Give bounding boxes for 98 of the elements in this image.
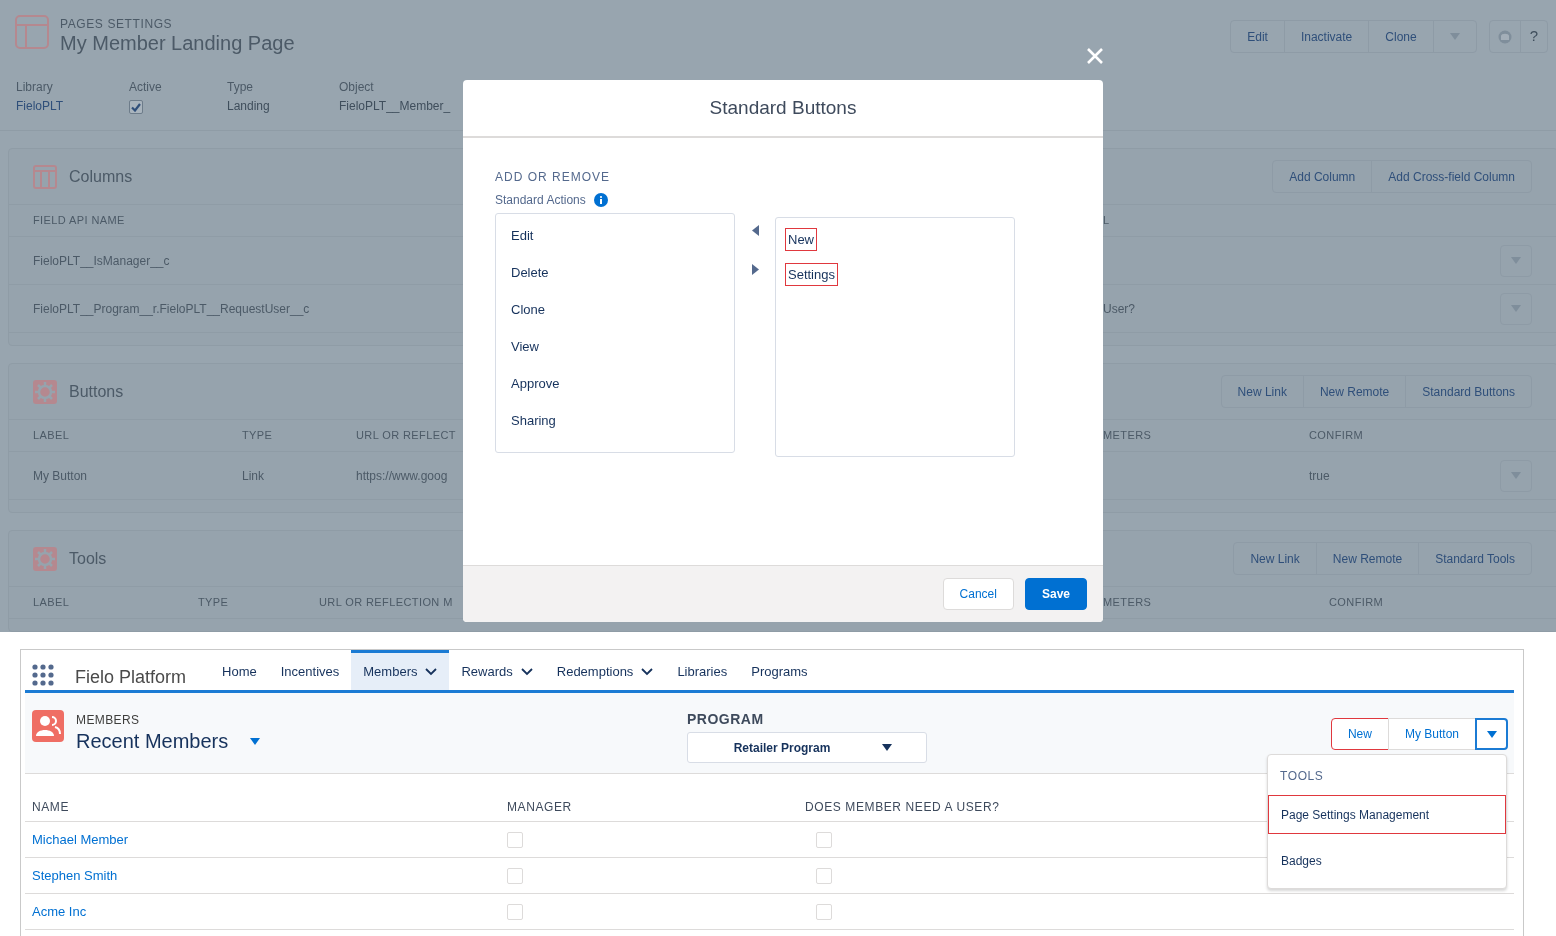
action-button[interactable]: Edit (1231, 21, 1284, 52)
field-link[interactable]: FieloPLT (16, 98, 129, 114)
close-icon (1086, 47, 1104, 65)
record-link[interactable]: Stephen Smith (32, 865, 118, 886)
action-button[interactable]: My Button (1387, 718, 1476, 750)
caret-icon (1449, 33, 1460, 40)
menu-heading: TOOLS (1279, 768, 1325, 785)
action-button[interactable]: Add Column (1273, 161, 1372, 192)
app-launcher-icon (32, 664, 54, 686)
record-link[interactable]: Acme Inc (32, 901, 87, 922)
list-option[interactable]: Sharing (508, 409, 559, 432)
table-cell-text: FieloPLT__IsManager__c (33, 252, 170, 270)
page-eyebrow: PAGES SETTINGS (60, 17, 174, 31)
list-view-title: Recent Members (76, 729, 229, 753)
layout-icon (15, 15, 49, 49)
column-header: CONFIRM (1309, 428, 1364, 444)
list-view-menu-button[interactable] (250, 737, 261, 745)
move-right-button[interactable] (751, 264, 759, 275)
move-left-button[interactable] (751, 225, 759, 236)
gear-icon (33, 546, 57, 571)
nav-tab[interactable]: Rewards (449, 650, 545, 690)
app-name: Fielo Platform (75, 666, 187, 689)
field-label: Standard Actions (495, 192, 586, 209)
column-header: FIELD API NAME (33, 213, 125, 229)
column-header: NAME (32, 798, 71, 816)
column-header: METERS (1103, 595, 1152, 611)
right-arrow-icon (751, 264, 759, 275)
nav-tab[interactable]: Redemptions (544, 650, 666, 690)
column-header: TYPE (242, 428, 273, 444)
field-value: Landing (227, 98, 271, 114)
action-button[interactable]: Clone (1368, 21, 1433, 52)
dialog-title: Standard Buttons (463, 80, 1103, 138)
action-button[interactable]: Standard Tools (1418, 543, 1531, 574)
record-link[interactable]: Michael Member (32, 829, 129, 850)
left-arrow-icon (751, 225, 759, 236)
columns-icon (33, 164, 57, 189)
caret-icon (250, 737, 261, 745)
table-cell-text: FieloPLT__Program__r.FieloPLT__RequestUser__c (33, 300, 310, 318)
table-cell-text: https://www.goog (356, 467, 448, 485)
action-button[interactable]: New Link (1221, 376, 1303, 407)
field-label: Object (339, 80, 375, 95)
close-button[interactable] (1086, 47, 1104, 65)
field-value: FieloPLT__Member_ (339, 98, 452, 114)
section-label: ADD OR REMOVE (495, 170, 611, 184)
column-header: LABEL (33, 595, 70, 611)
action-button[interactable]: Add Cross-field Column (1371, 161, 1531, 192)
caret-icon (1486, 730, 1497, 738)
table-cell-text: My Button (33, 467, 88, 485)
field-label: Type (227, 80, 254, 95)
column-header: URL OR REFLECTION M (319, 595, 453, 611)
section-title: Buttons (69, 381, 124, 402)
list-option[interactable]: Clone (508, 298, 548, 321)
caret-icon (882, 744, 893, 751)
section-title: Tools (69, 548, 107, 569)
action-button[interactable]: Standard Buttons (1405, 376, 1531, 407)
avatar-icon (1497, 29, 1512, 44)
page-title: My Member Landing Page (60, 31, 295, 55)
column-header: METERS (1103, 428, 1152, 444)
column-header: L (1103, 213, 1110, 229)
program-select[interactable]: Retailer Program (687, 732, 927, 763)
more-actions-button[interactable] (1475, 718, 1508, 750)
nav-tab[interactable]: Home (210, 650, 269, 690)
list-option[interactable]: View (508, 335, 542, 358)
cancel-button[interactable]: Cancel (942, 578, 1014, 610)
list-option[interactable]: Settings (785, 263, 838, 286)
section-title: Columns (69, 166, 133, 187)
object-label: MEMBERS (76, 712, 141, 729)
table-cell-text: User? (1103, 300, 1135, 318)
column-header: TYPE (198, 595, 229, 611)
table-cell-text: Link (242, 467, 264, 485)
field-label: PROGRAM (687, 710, 765, 729)
action-button[interactable]: New Remote (1302, 376, 1406, 407)
list-option[interactable]: Approve (508, 372, 563, 395)
info-icon (593, 193, 608, 207)
list-option[interactable]: Edit (508, 224, 537, 247)
column-header: CONFIRM (1329, 595, 1384, 611)
menu-item[interactable]: Badges (1268, 841, 1506, 881)
nav-tab[interactable]: Incentives (268, 650, 352, 690)
table-cell-text: true (1309, 467, 1330, 485)
action-button[interactable]: New (1330, 718, 1389, 750)
field-label: Active (129, 80, 163, 95)
list-option[interactable]: New (785, 228, 817, 251)
field-label: Library (16, 80, 54, 95)
column-header: URL OR REFLECT (356, 428, 456, 444)
list-option[interactable]: Delete (508, 261, 552, 284)
column-header: LABEL (33, 428, 70, 444)
gear-icon (33, 379, 57, 404)
nav-tab[interactable]: Programs (739, 650, 820, 690)
members-icon (32, 710, 64, 742)
action-button[interactable]: New Remote (1315, 543, 1419, 574)
save-button[interactable]: Save (1024, 578, 1087, 610)
action-button[interactable]: Inactivate (1283, 21, 1369, 52)
app-launcher-button[interactable] (32, 664, 54, 686)
action-button[interactable]: New Link (1234, 543, 1316, 574)
menu-item[interactable]: Page Settings Management (1268, 795, 1506, 834)
nav-tab[interactable]: Members (351, 650, 450, 690)
nav-tab[interactable]: Libraries (665, 650, 740, 690)
column-header: MANAGER (507, 798, 573, 816)
